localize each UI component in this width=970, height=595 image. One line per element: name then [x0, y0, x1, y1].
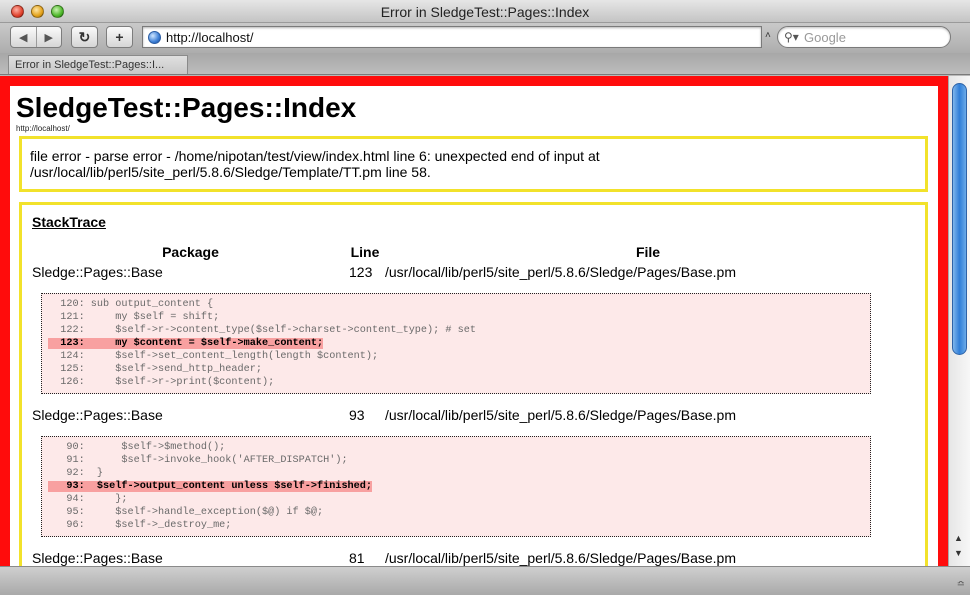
header-file: File	[635, 244, 661, 260]
code-text: 126: $self->r->print($content);	[48, 377, 275, 388]
code-text: 121: my $self = shift;	[48, 312, 220, 323]
page-title: SledgeTest::Pages::Index	[16, 92, 357, 123]
tab-bar: Error in SledgeTest::Pages::I...	[0, 53, 970, 75]
stacktrace-row: Sledge::Pages::Base 123/usr/local/lib/per…	[32, 263, 915, 281]
scroll-up-icon[interactable]: ▲	[954, 533, 963, 543]
error-message-line: /usr/local/lib/perl5/site_perl/5.8.6/Sle…	[30, 164, 431, 180]
code-text: 123: my $content = $self->make_content;	[48, 338, 324, 349]
frame-package: Sledge::Pages::Base	[32, 407, 163, 423]
code-line: 121: my $self = shift;	[48, 311, 864, 324]
code-text: 122: $self->r->content_type($self->chars…	[48, 325, 476, 336]
code-line: 94: };	[48, 493, 864, 506]
status-bar: ≏	[0, 566, 970, 595]
window-titlebar: Error in SledgeTest::Pages::Index	[0, 0, 970, 23]
stacktrace-row: Sledge::Pages::Base 93/usr/local/lib/perl…	[32, 406, 915, 424]
frame-package: Sledge::Pages::Base	[32, 550, 163, 566]
code-line: 124: $self->set_content_length(length $c…	[48, 350, 864, 363]
code-line: 92: }	[48, 467, 864, 480]
frame-file: /usr/local/lib/perl5/site_perl/5.8.6/Sle…	[385, 550, 736, 566]
search-placeholder: Google	[804, 29, 846, 45]
browser-toolbar: ◀ ▶ ↻ + http://localhost/ ˄ ⚲▾ Google	[0, 23, 970, 53]
code-line: 120: sub output_content {	[48, 298, 864, 311]
globe-icon	[148, 30, 161, 44]
error-page: SledgeTest::Pages::Index http://localhos…	[10, 86, 938, 566]
back-arrow-icon[interactable]: ◀	[11, 27, 37, 47]
code-line-highlighted: 93: $self->output_content unless $self->…	[48, 480, 864, 493]
vertical-scrollbar[interactable]: ▲ ▼	[948, 76, 970, 566]
code-text: 125: $self->send_http_header;	[48, 364, 262, 375]
code-line: 90: $self->$method();	[48, 441, 864, 454]
header-line: Line	[350, 244, 380, 260]
page-url: http://localhost/	[16, 124, 70, 133]
scroll-down-icon[interactable]: ▼	[954, 548, 963, 558]
code-line: 96: $self->_destroy_me;	[48, 519, 864, 532]
window-title: Error in SledgeTest::Pages::Index	[380, 4, 590, 20]
code-line: 91: $self->invoke_hook('AFTER_DISPATCH')…	[48, 454, 864, 467]
page-viewport: SledgeTest::Pages::Index http://localhos…	[0, 76, 948, 566]
code-line: 95: $self->handle_exception($@) if $@;	[48, 506, 864, 519]
frame-file: /usr/local/lib/perl5/site_perl/5.8.6/Sle…	[385, 264, 736, 280]
stacktrace-box: StackTrace Package Line File Sledge::Pag…	[19, 202, 928, 566]
frame-package: Sledge::Pages::Base	[32, 264, 163, 280]
code-text: 96: $self->_destroy_me;	[48, 520, 232, 531]
resize-grip-icon[interactable]: ≏	[957, 579, 965, 590]
code-text: 120: sub output_content {	[48, 299, 214, 310]
code-snippet: 90: $self->$method(); 91: $self->invoke_…	[41, 436, 871, 537]
error-message-box: file error - parse error - /home/nipotan…	[19, 136, 928, 192]
stacktrace-row: Sledge::Pages::Base 81/usr/local/lib/perl…	[32, 549, 915, 566]
forward-arrow-icon[interactable]: ▶	[37, 27, 62, 47]
code-text: 94: };	[48, 494, 128, 505]
add-bookmark-button[interactable]: +	[106, 26, 133, 48]
search-icon[interactable]: ⚲▾	[784, 30, 804, 44]
code-text: 124: $self->set_content_length(length $c…	[48, 351, 379, 362]
scrollbar-thumb[interactable]	[952, 83, 967, 355]
stacktrace-frames: Sledge::Pages::Base 123/usr/local/lib/per…	[32, 263, 915, 566]
reload-button[interactable]: ↻	[71, 26, 98, 48]
header-package: Package	[162, 244, 219, 260]
plus-icon: +	[115, 29, 124, 45]
back-forward-buttons: ◀ ▶	[10, 26, 62, 48]
stacktrace-title: StackTrace	[32, 214, 106, 230]
reload-icon: ↻	[78, 28, 91, 45]
stacktrace-header: Package Line File	[32, 243, 915, 261]
frame-line: 81	[349, 550, 365, 566]
code-line: 125: $self->send_http_header;	[48, 363, 864, 376]
search-field[interactable]: ⚲▾ Google	[777, 26, 951, 48]
code-line: 122: $self->r->content_type($self->chars…	[48, 324, 864, 337]
address-input[interactable]: http://localhost/	[166, 30, 253, 45]
address-bar[interactable]: http://localhost/	[142, 26, 762, 48]
code-text: 90: $self->$method();	[48, 442, 226, 453]
frame-line: 93	[349, 407, 365, 423]
code-text: 95: $self->handle_exception($@) if $@;	[48, 507, 324, 518]
code-line-highlighted: 123: my $content = $self->make_content;	[48, 337, 864, 350]
tab-error-page[interactable]: Error in SledgeTest::Pages::I...	[8, 55, 188, 74]
error-message-line: file error - parse error - /home/nipotan…	[30, 148, 600, 164]
code-text: 91: $self->invoke_hook('AFTER_DISPATCH')…	[48, 455, 348, 466]
frame-line: 123	[349, 264, 373, 280]
code-text: 93: $self->output_content unless $self->…	[48, 481, 373, 492]
code-line: 126: $self->r->print($content);	[48, 376, 864, 389]
chevron-up-icon[interactable]: ˄	[765, 30, 771, 41]
code-text: 92: }	[48, 468, 104, 479]
code-snippet: 120: sub output_content { 121: my $self …	[41, 293, 871, 394]
frame-file: /usr/local/lib/perl5/site_perl/5.8.6/Sle…	[385, 407, 736, 423]
